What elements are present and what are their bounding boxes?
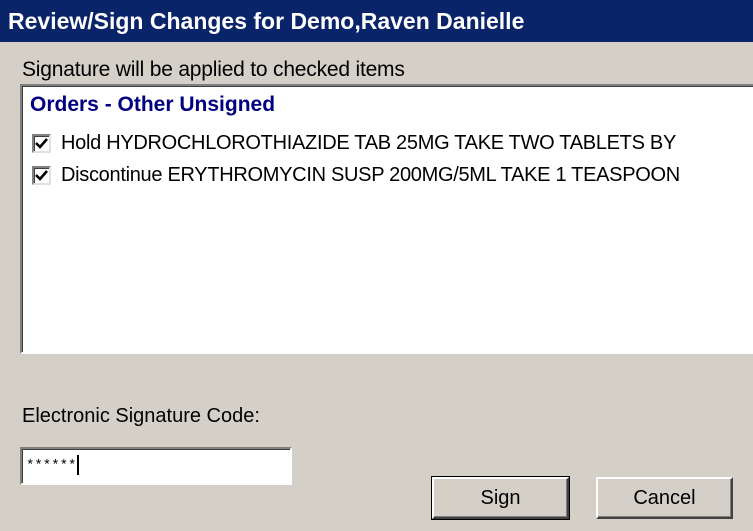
window-title: Review/Sign Changes for Demo,Raven Danie… xyxy=(8,8,525,34)
checkbox[interactable] xyxy=(32,165,51,185)
list-item[interactable]: Hold HYDROCHLOROTHIAZIDE TAB 25MG TAKE T… xyxy=(22,127,676,159)
instruction-label: Signature will be applied to checked ite… xyxy=(22,58,405,81)
order-text: Discontinue ERYTHROMYCIN SUSP 200MG/5ML … xyxy=(61,163,680,186)
cancel-button[interactable]: Cancel xyxy=(596,477,733,519)
text-caret xyxy=(77,455,80,476)
sign-button[interactable]: Sign xyxy=(431,476,570,520)
signature-masked-value: ****** xyxy=(26,458,77,474)
checkmark-icon xyxy=(35,137,48,149)
group-header-orders-other-unsigned: Orders - Other Unsigned xyxy=(30,93,276,116)
list-item[interactable]: Discontinue ERYTHROMYCIN SUSP 200MG/5ML … xyxy=(22,159,680,191)
order-text: Hold HYDROCHLOROTHIAZIDE TAB 25MG TAKE T… xyxy=(61,131,676,154)
checkbox[interactable] xyxy=(32,133,51,153)
orders-list[interactable]: Orders - Other Unsigned Hold HYDROCHLORO… xyxy=(20,84,753,354)
signature-code-label: Electronic Signature Code: xyxy=(22,405,260,427)
checkmark-icon xyxy=(35,169,48,181)
title-bar: Review/Sign Changes for Demo,Raven Danie… xyxy=(0,0,753,42)
signature-code-input[interactable]: ****** xyxy=(20,447,292,485)
